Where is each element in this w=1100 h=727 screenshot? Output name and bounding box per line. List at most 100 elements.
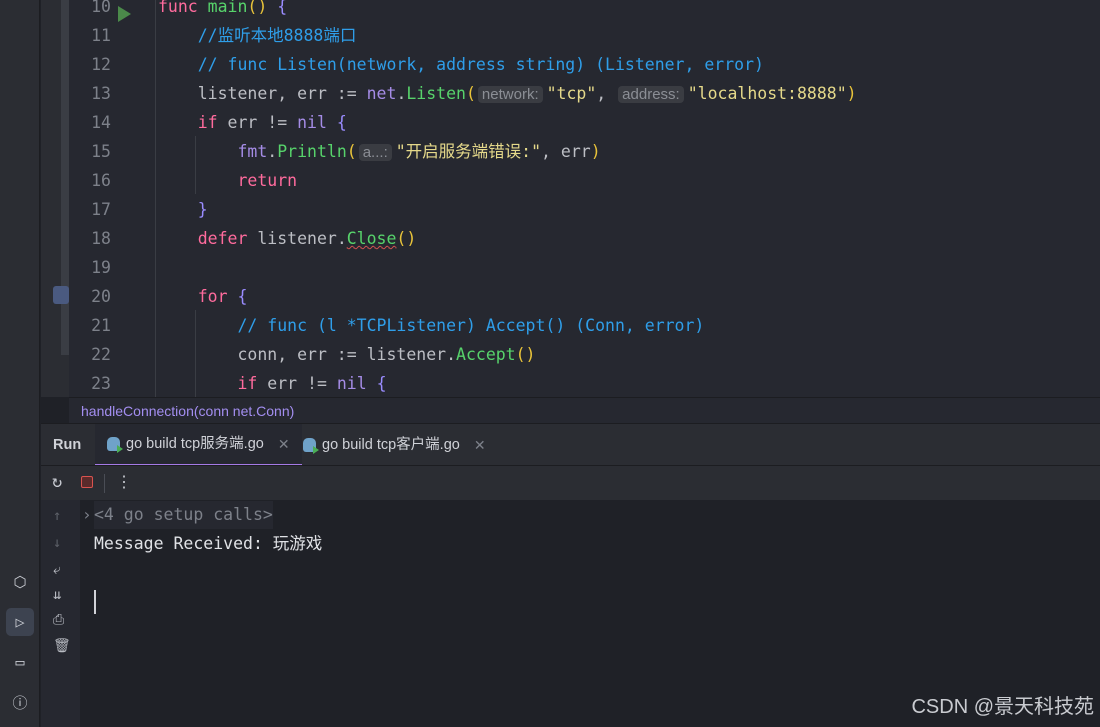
code-line[interactable]: 11 //监听本地8888端口 xyxy=(69,21,1100,50)
code-token: nil xyxy=(336,374,377,393)
parameter-hint: address: xyxy=(618,86,684,103)
code-token: () xyxy=(515,345,536,364)
run-tool-icon[interactable]: ▷ xyxy=(6,608,34,636)
line-number: 23 xyxy=(91,374,111,393)
code-text: // func Listen(network, address string) … xyxy=(158,50,764,79)
trash-icon[interactable]: 🗑 xyxy=(53,638,71,654)
down-icon[interactable]: ↓ xyxy=(53,535,61,551)
run-toolbar: ↻ ⋮ xyxy=(41,465,1100,500)
code-token: ( xyxy=(346,142,357,161)
line-number: 20 xyxy=(91,287,111,306)
tab-label: go build tcp服务端.go xyxy=(126,436,264,452)
setup-calls-fold[interactable]: <4 go setup calls> xyxy=(94,501,273,529)
code-token: defer xyxy=(158,229,258,248)
code-token: listener. xyxy=(257,229,347,248)
code-line[interactable]: 23 if err != nil { xyxy=(69,369,1100,397)
code-token: if xyxy=(158,374,268,393)
code-line[interactable]: 15 fmt.Println(a...: "开启服务端错误:", err) xyxy=(69,137,1100,166)
code-line[interactable]: 20 for { xyxy=(69,282,1100,311)
code-token: Println xyxy=(277,142,347,161)
parameter-hint: network: xyxy=(477,86,543,103)
problems-icon[interactable]: ⓘ xyxy=(6,688,34,716)
code-token: fmt xyxy=(237,142,268,161)
code-token: func xyxy=(158,0,208,16)
code-token: . xyxy=(267,142,278,161)
code-text: fmt.Println(a...: "开启服务端错误:", err) xyxy=(158,137,601,167)
up-icon[interactable]: ↑ xyxy=(53,508,61,524)
line-number: 13 xyxy=(91,84,111,103)
code-text: func main() { xyxy=(158,0,287,21)
soft-wrap-icon[interactable]: ⤶ xyxy=(53,562,61,578)
code-text: //监听本地8888端口 xyxy=(158,21,357,50)
tab-client[interactable]: go build tcp客户端.go ✕ xyxy=(291,424,498,466)
code-line[interactable]: 22 conn, err := listener.Accept() xyxy=(69,340,1100,369)
code-token: . xyxy=(396,84,407,103)
code-token: nil xyxy=(297,113,337,132)
code-token: return xyxy=(158,171,298,190)
code-text: conn, err := listener.Accept() xyxy=(158,340,536,369)
code-token: for xyxy=(158,287,238,306)
console-gutter: ↑ ↓ ⤶ ⇊ ⎙ 🗑 xyxy=(41,500,80,727)
code-line[interactable]: 14 if err != nil { xyxy=(69,108,1100,137)
print-icon[interactable]: ⎙ xyxy=(53,612,64,628)
code-token: "tcp" xyxy=(546,84,597,103)
tab-label: go build tcp客户端.go xyxy=(322,437,460,453)
code-token: Close xyxy=(346,229,397,248)
code-editor[interactable]: 10 func main() {11 //监听本地8888端口 12 // func… xyxy=(69,0,1100,397)
line-number: 10 xyxy=(91,0,111,16)
code-token: conn, err := listener. xyxy=(158,345,457,364)
code-line[interactable]: 17 } xyxy=(69,195,1100,224)
stop-icon[interactable] xyxy=(81,476,93,488)
bookmark-marker xyxy=(53,286,69,304)
more-icon[interactable]: ⋮ xyxy=(116,472,132,491)
code-line[interactable]: 21 // func (l *TCPListener) Accept() (Co… xyxy=(69,311,1100,340)
terminal-icon[interactable]: ▭ xyxy=(6,648,34,676)
code-line[interactable]: 10 func main() { xyxy=(69,0,1100,21)
code-token: listener, err := xyxy=(158,84,367,103)
code-text: listener, err := net.Listen(network: "tcp… xyxy=(158,79,857,109)
code-token: Listen xyxy=(406,84,466,103)
line-number: 18 xyxy=(91,229,111,248)
code-text: if err != nil { xyxy=(158,108,347,137)
go-run-icon xyxy=(107,437,123,453)
code-token: // func (l *TCPListener) Accept() (Conn,… xyxy=(158,316,705,335)
line-number: 21 xyxy=(91,316,111,335)
code-token: { xyxy=(336,113,347,132)
breadcrumb[interactable]: handleConnection(conn net.Conn) xyxy=(69,397,1100,423)
tab-server[interactable]: go build tcp服务端.go ✕ xyxy=(95,424,302,466)
console-line: Message Received: 玩游戏 xyxy=(94,534,323,553)
code-text: for { xyxy=(158,282,248,311)
line-number: 15 xyxy=(91,142,111,161)
code-token: Accept xyxy=(456,345,516,364)
code-token: { xyxy=(237,287,248,306)
code-token: if xyxy=(158,113,228,132)
code-token: "开启服务端错误:" xyxy=(395,142,542,161)
line-number: 19 xyxy=(91,258,111,277)
code-line[interactable]: 16 return xyxy=(69,166,1100,195)
close-icon[interactable]: ✕ xyxy=(278,423,290,465)
code-text: } xyxy=(158,195,208,224)
run-title: Run xyxy=(53,437,82,453)
code-token: , xyxy=(596,84,617,103)
code-line[interactable]: 19 xyxy=(69,253,1100,282)
code-text: if err != nil { xyxy=(158,369,386,397)
watermark: CSDN @景天科技苑 xyxy=(911,696,1094,718)
close-icon[interactable]: ✕ xyxy=(474,424,486,466)
code-token: { xyxy=(277,0,288,16)
code-token: // func Listen(network, address string) … xyxy=(158,55,764,74)
text-cursor xyxy=(94,590,96,614)
code-line[interactable]: 12 // func Listen(network, address strin… xyxy=(69,50,1100,79)
code-token: () xyxy=(396,229,417,248)
code-line[interactable]: 13 listener, err := net.Listen(network: "… xyxy=(69,79,1100,108)
code-token: //监听本地8888端口 xyxy=(158,26,357,45)
scroll-to-end-icon[interactable]: ⇊ xyxy=(53,587,61,603)
services-icon[interactable]: ⬡ xyxy=(6,568,34,596)
run-tab-bar: Run go build tcp服务端.go ✕ go build tcp客户端… xyxy=(41,423,1100,466)
code-line[interactable]: 18 defer listener.Close() xyxy=(69,224,1100,253)
code-token: err != xyxy=(227,113,298,132)
parameter-hint: a...: xyxy=(358,144,392,161)
code-token: main xyxy=(207,0,248,16)
rerun-icon[interactable]: ↻ xyxy=(52,472,62,492)
chevron-right-icon[interactable]: › xyxy=(82,501,92,529)
